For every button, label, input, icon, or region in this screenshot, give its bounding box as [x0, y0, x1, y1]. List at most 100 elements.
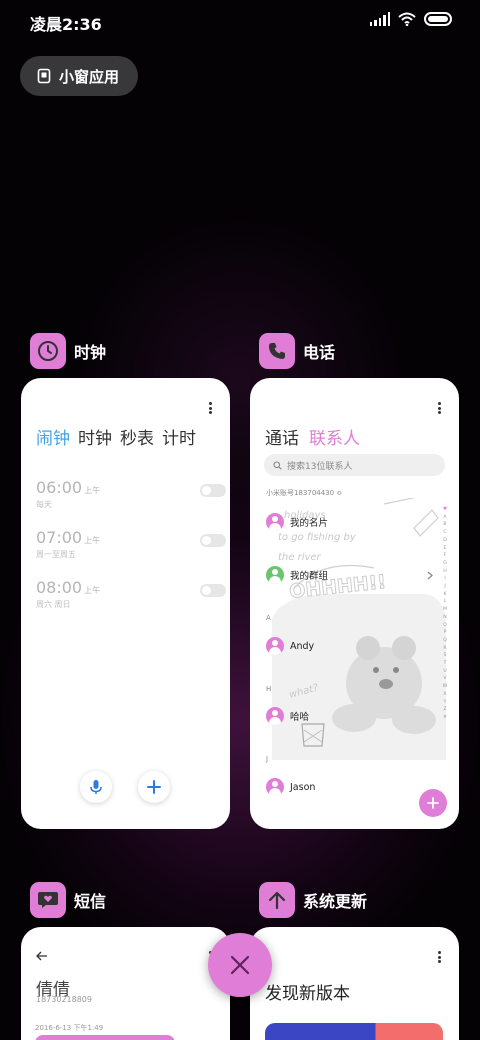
phone-handset-icon	[269, 343, 285, 359]
index-letter[interactable]: G	[443, 560, 447, 568]
index-letter[interactable]: H	[443, 568, 446, 576]
index-letter[interactable]: C	[443, 529, 446, 537]
contact-row[interactable]: Andy	[266, 636, 314, 656]
clock-app-card[interactable]: 闹钟 时钟 秒表 计时 06:00 上午 每天 07:00 上午 周一至周五 08:…	[21, 378, 230, 829]
alarm-ampm: 上午	[84, 536, 101, 545]
contact-row[interactable]: 哈哈	[266, 706, 309, 726]
alarm-item[interactable]: 08:00 上午 周六 周日	[36, 578, 226, 614]
app-header-clock[interactable]: 时钟	[30, 333, 106, 369]
index-letter[interactable]: U	[443, 668, 446, 676]
message-heart-icon	[38, 892, 58, 908]
alarm-days: 周六 周日	[36, 600, 71, 609]
index-letter[interactable]: X	[443, 691, 446, 699]
phone-tabs: 通话 联系人	[265, 424, 360, 449]
tab-timer[interactable]: 计时	[162, 424, 196, 449]
index-letter[interactable]: N	[443, 614, 446, 622]
alarm-item[interactable]: 07:00 上午 周一至周五	[36, 528, 226, 564]
tab-stopwatch[interactable]: 秒表	[120, 424, 154, 449]
update-app-card[interactable]: 发现新版本	[250, 927, 459, 1040]
update-banner	[265, 1023, 443, 1040]
app-header-phone[interactable]: 电话	[259, 333, 335, 369]
my-groups-label: 我的群组	[290, 571, 329, 582]
index-letter[interactable]: V	[443, 675, 446, 683]
alarm-item[interactable]: 06:00 上午 每天	[36, 478, 226, 514]
status-time: 凌晨2:36	[30, 15, 102, 34]
status-icons	[369, 12, 452, 26]
tab-alarm[interactable]: 闹钟	[36, 424, 70, 449]
alarm-toggle[interactable]	[200, 584, 226, 597]
phone-app-card[interactable]: 通话 联系人 搜索13位联系人 小米账号183704430 ≎ holidays…	[250, 378, 459, 829]
search-icon	[273, 460, 282, 470]
sms-app-name: 短信	[74, 892, 107, 911]
close-icon	[230, 955, 250, 975]
back-arrow-icon[interactable]	[36, 951, 48, 961]
group-avatar	[266, 566, 284, 584]
index-letter[interactable]: Z	[443, 706, 446, 714]
update-title: 发现新版本	[265, 984, 350, 1004]
index-letter[interactable]: A	[443, 514, 446, 522]
clock-app-icon	[30, 333, 66, 369]
update-app-name: 系统更新	[303, 892, 368, 911]
account-label: 小米账号183704430 ≎	[266, 489, 343, 497]
my-card-row[interactable]: 我的名片	[266, 512, 328, 532]
index-letter[interactable]: D	[443, 537, 447, 545]
index-letter[interactable]: K	[443, 591, 446, 599]
phone-app-icon	[259, 333, 295, 369]
index-letter[interactable]: R	[443, 645, 446, 653]
add-alarm-button[interactable]	[138, 771, 170, 803]
tab-clock[interactable]: 时钟	[78, 424, 112, 449]
add-contact-button[interactable]	[419, 789, 447, 817]
index-letter[interactable]: I	[444, 575, 445, 583]
index-letter[interactable]: #	[443, 714, 447, 722]
index-letter[interactable]: B	[443, 521, 446, 529]
index-letter[interactable]: F	[444, 552, 447, 560]
my-card-label: 我的名片	[290, 518, 329, 529]
clock-icon	[38, 341, 58, 361]
index-letter[interactable]: L	[444, 598, 447, 606]
svg-text:the river: the river	[278, 552, 322, 563]
index-letter[interactable]: J	[444, 583, 445, 591]
plus-icon	[147, 780, 161, 794]
app-header-sms[interactable]: 短信	[30, 882, 106, 918]
alarm-ampm: 上午	[84, 586, 101, 595]
tab-calls[interactable]: 通话	[265, 424, 299, 449]
message-bubble	[35, 1035, 175, 1040]
clear-all-button[interactable]	[208, 933, 272, 997]
floating-window-apps-button[interactable]: 小窗应用	[20, 56, 138, 96]
index-letter[interactable]: E	[444, 545, 447, 553]
sms-contact-number: 18730218809	[36, 995, 92, 1004]
contact-search-input[interactable]: 搜索13位联系人	[264, 454, 445, 476]
section-letter: J	[266, 755, 269, 763]
alarm-toggle[interactable]	[200, 484, 226, 497]
my-groups-row[interactable]: 我的群组	[266, 565, 328, 585]
index-letter[interactable]: T	[444, 660, 447, 668]
index-letter[interactable]: ♥	[443, 506, 447, 514]
alphabet-index[interactable]: ♥ A B C D E F G H I J K L M N O P Q R S T U V W X Y Z #	[441, 506, 449, 722]
wifi-icon	[398, 12, 416, 26]
sms-date: 2016-6-13 下午1:49	[35, 1024, 104, 1032]
clock-app-name: 时钟	[74, 343, 107, 362]
sms-app-card[interactable]: 倩倩 18730218809 2016-6-13 下午1:49	[21, 927, 230, 1040]
voice-alarm-button[interactable]	[80, 771, 112, 803]
floating-window-label: 小窗应用	[59, 67, 120, 86]
avatar	[266, 778, 284, 796]
index-letter[interactable]: O	[443, 622, 447, 630]
contact-name: Jason	[290, 781, 316, 793]
alarm-ampm: 上午	[84, 486, 101, 495]
update-app-icon	[259, 882, 295, 918]
index-letter[interactable]: P	[444, 629, 447, 637]
index-letter[interactable]: Q	[443, 637, 447, 645]
index-letter[interactable]: M	[443, 606, 447, 614]
index-letter[interactable]: W	[443, 683, 448, 691]
app-header-update[interactable]: 系统更新	[259, 882, 367, 918]
more-options-icon[interactable]	[208, 402, 212, 414]
contact-name: Andy	[290, 640, 315, 652]
index-letter[interactable]: S	[444, 652, 447, 660]
alarm-time: 08:00	[36, 578, 83, 597]
tab-contacts[interactable]: 联系人	[309, 424, 360, 449]
more-options-icon[interactable]	[437, 402, 441, 414]
contact-row[interactable]: Jason	[266, 777, 315, 797]
more-options-icon[interactable]	[437, 951, 441, 963]
index-letter[interactable]: Y	[444, 699, 447, 707]
alarm-toggle[interactable]	[200, 534, 226, 547]
